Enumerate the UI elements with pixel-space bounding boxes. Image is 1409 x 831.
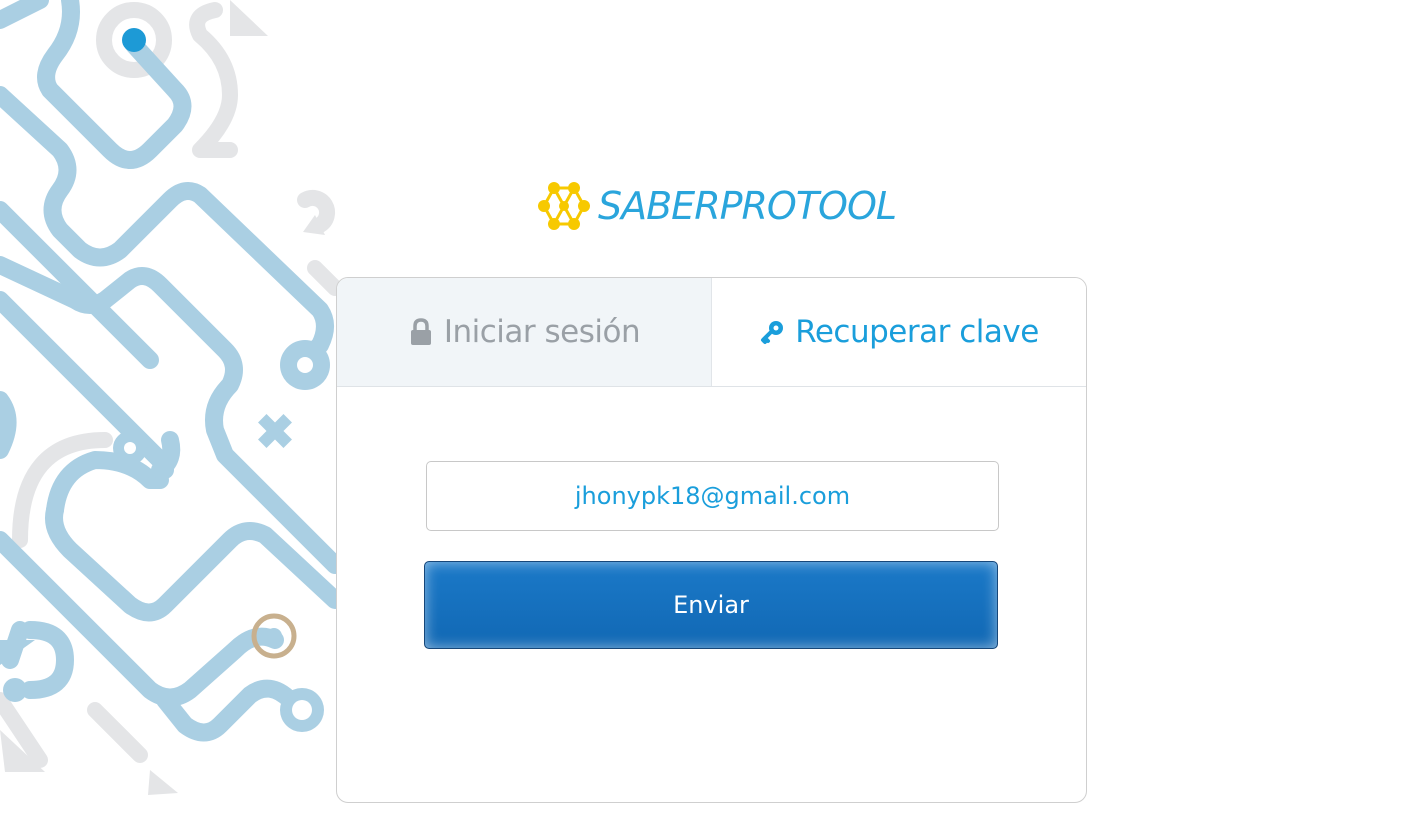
decorative-circuit-pattern — [0, 0, 340, 795]
auth-tabs: Iniciar sesión Recuperar clave — [337, 278, 1086, 387]
tab-recover-password-label: Recuperar clave — [795, 314, 1039, 350]
tab-login[interactable]: Iniciar sesión — [337, 278, 712, 386]
tab-login-label: Iniciar sesión — [443, 314, 641, 350]
brand-name: SABERPROTOOL — [598, 184, 897, 228]
molecule-logo-icon — [538, 182, 590, 230]
email-field[interactable] — [426, 461, 999, 531]
recover-password-card: Iniciar sesión Recuperar clave Enviar — [336, 277, 1087, 803]
send-button[interactable]: Enviar — [424, 561, 998, 649]
tab-recover-password[interactable]: Recuperar clave — [712, 278, 1086, 386]
login-page: SABERPROTOOL Iniciar sesión Recuperar cl… — [0, 0, 1409, 831]
key-icon — [759, 318, 785, 346]
lock-icon — [408, 318, 434, 346]
brand-logo: SABERPROTOOL — [534, 178, 897, 234]
